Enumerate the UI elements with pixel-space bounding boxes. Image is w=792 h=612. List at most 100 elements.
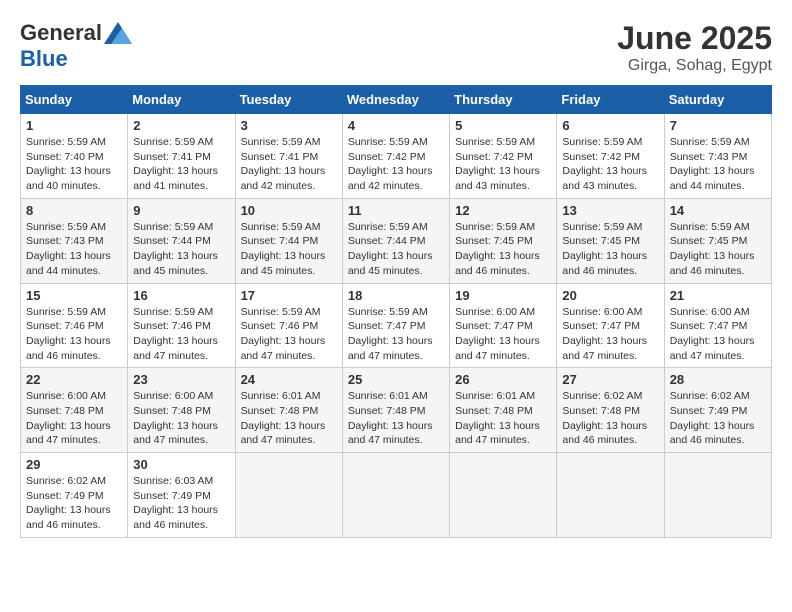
day-info: Sunrise: 5:59 AM Sunset: 7:45 PM Dayligh… <box>670 221 755 277</box>
calendar-cell <box>664 453 771 538</box>
calendar-cell: 18 Sunrise: 5:59 AM Sunset: 7:47 PM Dayl… <box>342 283 449 368</box>
calendar-week-3: 15 Sunrise: 5:59 AM Sunset: 7:46 PM Dayl… <box>21 283 772 368</box>
day-info: Sunrise: 5:59 AM Sunset: 7:42 PM Dayligh… <box>348 136 433 192</box>
calendar-cell: 4 Sunrise: 5:59 AM Sunset: 7:42 PM Dayli… <box>342 114 449 199</box>
calendar-cell: 14 Sunrise: 5:59 AM Sunset: 7:45 PM Dayl… <box>664 198 771 283</box>
day-info: Sunrise: 5:59 AM Sunset: 7:46 PM Dayligh… <box>241 306 326 362</box>
day-number: 25 <box>348 372 444 387</box>
calendar-cell: 2 Sunrise: 5:59 AM Sunset: 7:41 PM Dayli… <box>128 114 235 199</box>
day-info: Sunrise: 6:00 AM Sunset: 7:48 PM Dayligh… <box>26 390 111 446</box>
day-info: Sunrise: 6:02 AM Sunset: 7:49 PM Dayligh… <box>670 390 755 446</box>
day-number: 13 <box>562 203 658 218</box>
day-number: 18 <box>348 288 444 303</box>
day-number: 12 <box>455 203 551 218</box>
weekday-header-thursday: Thursday <box>450 86 557 114</box>
day-number: 2 <box>133 118 229 133</box>
calendar-cell: 26 Sunrise: 6:01 AM Sunset: 7:48 PM Dayl… <box>450 368 557 453</box>
day-number: 3 <box>241 118 337 133</box>
calendar-cell <box>235 453 342 538</box>
calendar-cell: 20 Sunrise: 6:00 AM Sunset: 7:47 PM Dayl… <box>557 283 664 368</box>
day-number: 4 <box>348 118 444 133</box>
calendar-cell: 15 Sunrise: 5:59 AM Sunset: 7:46 PM Dayl… <box>21 283 128 368</box>
day-info: Sunrise: 5:59 AM Sunset: 7:42 PM Dayligh… <box>562 136 647 192</box>
day-number: 7 <box>670 118 766 133</box>
day-number: 26 <box>455 372 551 387</box>
day-info: Sunrise: 5:59 AM Sunset: 7:42 PM Dayligh… <box>455 136 540 192</box>
day-info: Sunrise: 5:59 AM Sunset: 7:44 PM Dayligh… <box>348 221 433 277</box>
day-number: 16 <box>133 288 229 303</box>
calendar-cell <box>342 453 449 538</box>
title-block: June 2025 Girga, Sohag, Egypt <box>617 20 772 75</box>
day-info: Sunrise: 6:01 AM Sunset: 7:48 PM Dayligh… <box>241 390 326 446</box>
weekday-header-sunday: Sunday <box>21 86 128 114</box>
logo-general-text: General <box>20 20 102 46</box>
day-info: Sunrise: 5:59 AM Sunset: 7:46 PM Dayligh… <box>26 306 111 362</box>
day-number: 20 <box>562 288 658 303</box>
calendar-cell: 5 Sunrise: 5:59 AM Sunset: 7:42 PM Dayli… <box>450 114 557 199</box>
day-number: 30 <box>133 457 229 472</box>
calendar-cell: 25 Sunrise: 6:01 AM Sunset: 7:48 PM Dayl… <box>342 368 449 453</box>
day-number: 1 <box>26 118 122 133</box>
weekday-header-saturday: Saturday <box>664 86 771 114</box>
day-info: Sunrise: 5:59 AM Sunset: 7:43 PM Dayligh… <box>670 136 755 192</box>
day-info: Sunrise: 6:01 AM Sunset: 7:48 PM Dayligh… <box>455 390 540 446</box>
day-info: Sunrise: 5:59 AM Sunset: 7:46 PM Dayligh… <box>133 306 218 362</box>
day-number: 8 <box>26 203 122 218</box>
calendar-cell <box>557 453 664 538</box>
day-info: Sunrise: 5:59 AM Sunset: 7:43 PM Dayligh… <box>26 221 111 277</box>
day-number: 17 <box>241 288 337 303</box>
day-number: 22 <box>26 372 122 387</box>
day-number: 29 <box>26 457 122 472</box>
day-info: Sunrise: 5:59 AM Sunset: 7:41 PM Dayligh… <box>241 136 326 192</box>
day-info: Sunrise: 6:02 AM Sunset: 7:48 PM Dayligh… <box>562 390 647 446</box>
day-info: Sunrise: 6:01 AM Sunset: 7:48 PM Dayligh… <box>348 390 433 446</box>
calendar-table: SundayMondayTuesdayWednesdayThursdayFrid… <box>20 85 772 538</box>
day-info: Sunrise: 6:00 AM Sunset: 7:48 PM Dayligh… <box>133 390 218 446</box>
day-number: 28 <box>670 372 766 387</box>
calendar-cell: 10 Sunrise: 5:59 AM Sunset: 7:44 PM Dayl… <box>235 198 342 283</box>
calendar-cell: 13 Sunrise: 5:59 AM Sunset: 7:45 PM Dayl… <box>557 198 664 283</box>
calendar-cell: 21 Sunrise: 6:00 AM Sunset: 7:47 PM Dayl… <box>664 283 771 368</box>
calendar-cell: 6 Sunrise: 5:59 AM Sunset: 7:42 PM Dayli… <box>557 114 664 199</box>
calendar-cell: 7 Sunrise: 5:59 AM Sunset: 7:43 PM Dayli… <box>664 114 771 199</box>
calendar-cell: 29 Sunrise: 6:02 AM Sunset: 7:49 PM Dayl… <box>21 453 128 538</box>
day-number: 9 <box>133 203 229 218</box>
calendar-week-5: 29 Sunrise: 6:02 AM Sunset: 7:49 PM Dayl… <box>21 453 772 538</box>
weekday-header-wednesday: Wednesday <box>342 86 449 114</box>
calendar-cell: 28 Sunrise: 6:02 AM Sunset: 7:49 PM Dayl… <box>664 368 771 453</box>
weekday-header-row: SundayMondayTuesdayWednesdayThursdayFrid… <box>21 86 772 114</box>
page-header: General Blue June 2025 Girga, Sohag, Egy… <box>20 20 772 75</box>
day-info: Sunrise: 6:00 AM Sunset: 7:47 PM Dayligh… <box>670 306 755 362</box>
calendar-cell: 1 Sunrise: 5:59 AM Sunset: 7:40 PM Dayli… <box>21 114 128 199</box>
calendar-cell: 11 Sunrise: 5:59 AM Sunset: 7:44 PM Dayl… <box>342 198 449 283</box>
day-number: 15 <box>26 288 122 303</box>
calendar-cell: 24 Sunrise: 6:01 AM Sunset: 7:48 PM Dayl… <box>235 368 342 453</box>
logo-blue-text: Blue <box>20 46 68 72</box>
day-info: Sunrise: 6:02 AM Sunset: 7:49 PM Dayligh… <box>26 475 111 531</box>
logo: General Blue <box>20 20 132 72</box>
day-number: 27 <box>562 372 658 387</box>
day-number: 10 <box>241 203 337 218</box>
day-number: 24 <box>241 372 337 387</box>
day-number: 6 <box>562 118 658 133</box>
weekday-header-friday: Friday <box>557 86 664 114</box>
calendar-cell: 30 Sunrise: 6:03 AM Sunset: 7:49 PM Dayl… <box>128 453 235 538</box>
calendar-cell: 27 Sunrise: 6:02 AM Sunset: 7:48 PM Dayl… <box>557 368 664 453</box>
calendar-week-1: 1 Sunrise: 5:59 AM Sunset: 7:40 PM Dayli… <box>21 114 772 199</box>
weekday-header-monday: Monday <box>128 86 235 114</box>
logo-icon <box>104 22 132 44</box>
day-info: Sunrise: 5:59 AM Sunset: 7:44 PM Dayligh… <box>133 221 218 277</box>
day-info: Sunrise: 5:59 AM Sunset: 7:44 PM Dayligh… <box>241 221 326 277</box>
month-title: June 2025 <box>617 20 772 57</box>
day-number: 5 <box>455 118 551 133</box>
calendar-week-4: 22 Sunrise: 6:00 AM Sunset: 7:48 PM Dayl… <box>21 368 772 453</box>
day-info: Sunrise: 5:59 AM Sunset: 7:45 PM Dayligh… <box>455 221 540 277</box>
day-info: Sunrise: 6:00 AM Sunset: 7:47 PM Dayligh… <box>562 306 647 362</box>
weekday-header-tuesday: Tuesday <box>235 86 342 114</box>
day-info: Sunrise: 6:03 AM Sunset: 7:49 PM Dayligh… <box>133 475 218 531</box>
location-text: Girga, Sohag, Egypt <box>617 57 772 75</box>
calendar-cell: 9 Sunrise: 5:59 AM Sunset: 7:44 PM Dayli… <box>128 198 235 283</box>
day-number: 23 <box>133 372 229 387</box>
day-info: Sunrise: 5:59 AM Sunset: 7:45 PM Dayligh… <box>562 221 647 277</box>
day-info: Sunrise: 5:59 AM Sunset: 7:40 PM Dayligh… <box>26 136 111 192</box>
